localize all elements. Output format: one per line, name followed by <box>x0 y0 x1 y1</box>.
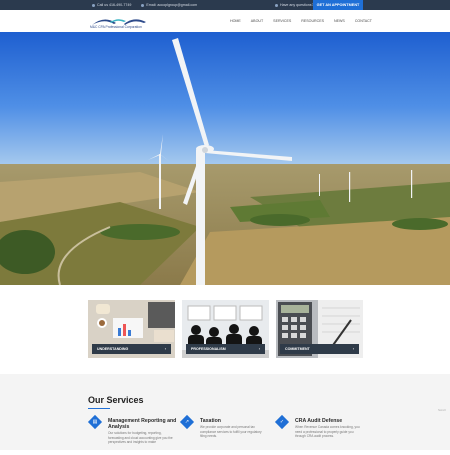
appointment-button[interactable]: GET AN APPOINTMENT <box>313 0 363 10</box>
service-description: When Revenue Canada comes knocking, you … <box>295 425 360 438</box>
chevron-right-icon: › <box>352 347 354 351</box>
chart-icon: ↗ <box>184 419 190 425</box>
site-header: M&C CPA Professional Corporation HOME AB… <box>0 10 450 33</box>
top-bar: Call us 416-490-7749 Email: aocoplgroup@… <box>0 0 450 10</box>
scroll-hint[interactable]: Scroll <box>438 408 446 412</box>
card-label-text: COMMITMENT <box>285 347 310 351</box>
phone-text: Call us 416-490-7749 <box>97 3 132 7</box>
nav-resources[interactable]: RESOURCES <box>301 19 324 23</box>
questions-link[interactable]: Have any questions? <box>275 3 314 7</box>
logo-tagline: M&C CPA Professional Corporation <box>90 25 142 29</box>
diamond-badge: ▤ <box>87 414 103 430</box>
nav-news[interactable]: NEWS <box>334 19 345 23</box>
nav-about[interactable]: ABOUT <box>251 19 263 23</box>
feature-cards: UNDERSTANDING › PROFESSIONALISM › COMMIT… <box>88 300 363 358</box>
heading-underline <box>88 408 110 409</box>
email-text: Email: aocoplgroup@gmail.com <box>146 3 198 7</box>
contact-info: Call us 416-490-7749 Email: aocoplgroup@… <box>92 3 197 7</box>
logo[interactable]: M&C CPA Professional Corporation <box>90 14 150 30</box>
phone-item[interactable]: Call us 416-490-7749 <box>92 3 131 7</box>
phone-icon <box>92 3 95 7</box>
service-title[interactable]: Management Reporting and Analysis <box>108 418 178 430</box>
nav-home[interactable]: HOME <box>230 19 241 23</box>
services-heading: Our Services <box>88 395 144 405</box>
card-label-text: PROFESSIONALISM <box>191 347 226 351</box>
chevron-right-icon: › <box>164 347 166 351</box>
service-taxation[interactable]: ↗ Taxation We provide corporate and pers… <box>179 414 270 455</box>
shield-icon: ✓ <box>279 419 285 425</box>
service-title[interactable]: Taxation <box>200 418 270 424</box>
questions-text: Have any questions? <box>280 3 314 7</box>
chevron-right-icon: › <box>258 347 260 351</box>
document-icon: ▤ <box>92 419 98 425</box>
hero-image <box>0 32 450 285</box>
question-icon <box>275 3 278 7</box>
card-commitment[interactable]: COMMITMENT › <box>276 300 363 358</box>
diamond-badge: ↗ <box>179 414 195 430</box>
card-label-text: UNDERSTANDING <box>97 347 129 351</box>
mail-icon <box>141 3 145 7</box>
card-professionalism[interactable]: PROFESSIONALISM › <box>182 300 269 358</box>
diamond-badge: ✓ <box>274 414 290 430</box>
email-item[interactable]: Email: aocoplgroup@gmail.com <box>141 3 197 7</box>
main-nav: HOME ABOUT SERVICES RESOURCES NEWS CONTA… <box>230 19 372 23</box>
wind-turbine-landscape <box>0 32 450 285</box>
nav-contact[interactable]: CONTACT <box>355 19 372 23</box>
card-label[interactable]: PROFESSIONALISM › <box>186 344 265 354</box>
nav-services[interactable]: SERVICES <box>273 19 291 23</box>
service-description: We provide corporate and personal tax co… <box>200 425 262 438</box>
service-cra-audit-defense[interactable]: ✓ CRA Audit Defense When Revenue Canada … <box>274 414 365 455</box>
services-section: Our Services ▤ Management Reporting and … <box>0 374 450 450</box>
service-management-reporting[interactable]: ▤ Management Reporting and Analysis Our … <box>87 414 178 455</box>
service-description: Our solutions for budgeting, reporting, … <box>108 431 173 444</box>
service-title[interactable]: CRA Audit Defense <box>295 418 365 424</box>
card-understanding[interactable]: UNDERSTANDING › <box>88 300 175 358</box>
card-label[interactable]: UNDERSTANDING › <box>92 344 171 354</box>
card-label[interactable]: COMMITMENT › <box>280 344 359 354</box>
